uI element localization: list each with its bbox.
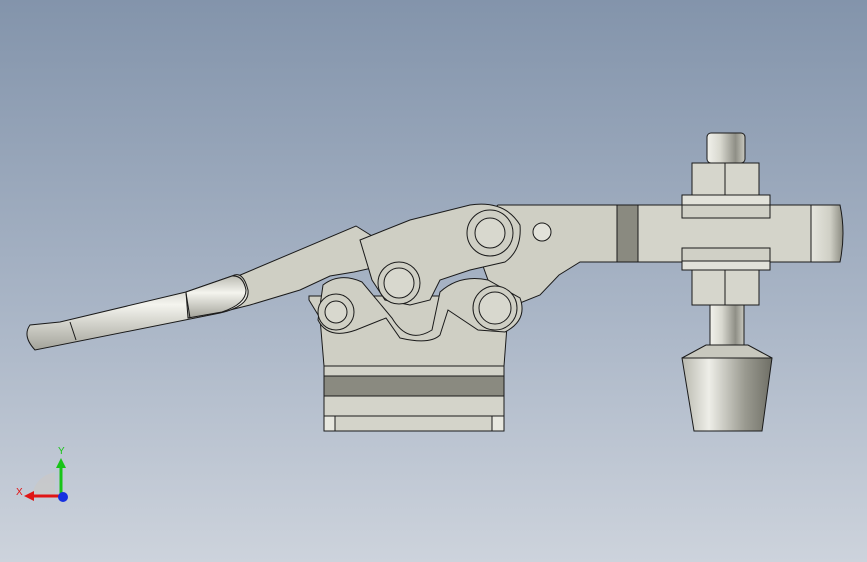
spindle-assembly[interactable] — [681, 132, 773, 432]
triad-plane-icon — [32, 472, 55, 495]
clamp-arm[interactable] — [469, 204, 844, 304]
coordinate-triad: Y X — [16, 446, 68, 502]
x-arrow-icon — [24, 491, 34, 501]
y-arrow-icon — [56, 458, 66, 468]
y-axis-label: Y — [58, 446, 65, 457]
z-axis-icon — [58, 492, 68, 502]
x-axis-label: X — [16, 487, 23, 498]
cad-graphics-viewport[interactable]: Y X — [0, 0, 867, 562]
clamp-model[interactable] — [0, 0, 867, 562]
handle-grip[interactable] — [26, 274, 249, 351]
